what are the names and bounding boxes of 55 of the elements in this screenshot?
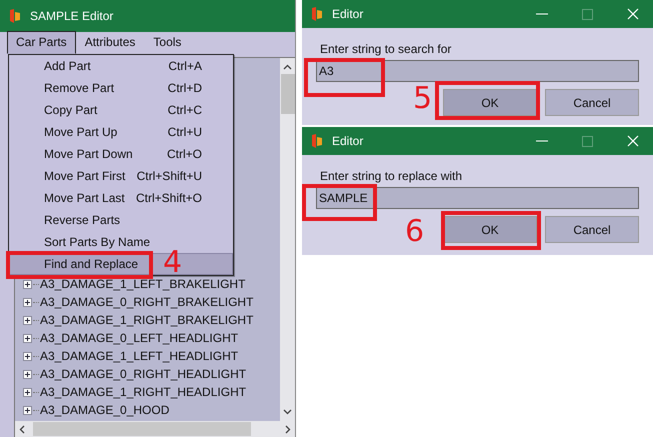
- expand-icon[interactable]: [23, 388, 32, 396]
- input-field[interactable]: A3: [316, 60, 639, 82]
- scroll-up-icon[interactable]: [283, 64, 292, 70]
- window-title: SAMPLE Editor: [30, 9, 114, 23]
- menu-item[interactable]: Move Part First Ctrl+Shift+U: [9, 165, 233, 187]
- close-icon[interactable]: [627, 8, 639, 20]
- menu-item[interactable]: Reverse Parts: [9, 209, 233, 231]
- tree-item[interactable]: A3_DAMAGE_0_HOOD: [40, 403, 170, 417]
- expand-icon[interactable]: [23, 406, 32, 414]
- input-field[interactable]: SAMPLE: [316, 187, 639, 209]
- scrollbar-thumb[interactable]: [280, 74, 294, 114]
- menu-bar-item[interactable]: Car Parts: [7, 31, 76, 54]
- prompt-label: Enter string to search for: [319, 42, 452, 58]
- scroll-down-icon[interactable]: [283, 409, 292, 415]
- step-number: 6: [405, 217, 424, 247]
- menu-item[interactable]: Remove Part Ctrl+D: [9, 77, 233, 99]
- scroll-right-icon[interactable]: [285, 424, 291, 434]
- menu-item[interactable]: Add Part Ctrl+A: [9, 55, 233, 77]
- expand-icon[interactable]: [23, 352, 32, 360]
- tree-item[interactable]: A3_DAMAGE_0_LEFT_HEADLIGHT: [40, 331, 238, 345]
- menu-item[interactable]: Move Part Down Ctrl+O: [9, 143, 233, 165]
- expand-icon[interactable]: [23, 280, 32, 288]
- minimize-icon[interactable]: [536, 13, 548, 15]
- menu-item[interactable]: Move Part Last Ctrl+Shift+O: [9, 187, 233, 209]
- minimize-icon[interactable]: [536, 140, 548, 142]
- tree-item[interactable]: A3_DAMAGE_0_RIGHT_BRAKELIGHT: [40, 295, 254, 309]
- horizontal-scrollbar[interactable]: [15, 421, 295, 437]
- window-title: Editor: [332, 134, 364, 148]
- tree-item[interactable]: A3_DAMAGE_1_LEFT_HEADLIGHT: [40, 349, 238, 363]
- expand-icon[interactable]: [23, 316, 32, 324]
- menu-item[interactable]: Copy Part Ctrl+C: [9, 99, 233, 121]
- expand-icon[interactable]: [23, 334, 32, 342]
- vertical-scrollbar[interactable]: [280, 58, 295, 421]
- cancel-button[interactable]: Cancel: [545, 89, 639, 116]
- scrollbar-thumb[interactable]: [33, 422, 251, 436]
- tree-item[interactable]: A3_DAMAGE_1_LEFT_BRAKELIGHT: [40, 277, 246, 291]
- menu-bar-item[interactable]: Tools: [144, 31, 190, 54]
- step-number: 5: [413, 84, 432, 114]
- tree-item[interactable]: A3_DAMAGE_1_RIGHT_HEADLIGHT: [40, 385, 246, 399]
- window-title: Editor: [332, 7, 364, 21]
- expand-icon[interactable]: [23, 298, 32, 306]
- app-icon: [310, 133, 324, 149]
- tree-item[interactable]: A3_DAMAGE_1_RIGHT_BRAKELIGHT: [40, 313, 254, 327]
- menu-bar-item[interactable]: Attributes: [76, 31, 144, 54]
- ok-button[interactable]: OK: [443, 89, 537, 116]
- scroll-left-icon[interactable]: [19, 424, 25, 434]
- close-icon[interactable]: [627, 135, 639, 147]
- cancel-button[interactable]: Cancel: [545, 216, 639, 243]
- ok-button[interactable]: OK: [443, 216, 537, 243]
- prompt-label: Enter string to replace with: [319, 169, 464, 185]
- menu-item[interactable]: Move Part Up Ctrl+U: [9, 121, 233, 143]
- expand-icon[interactable]: [23, 370, 32, 378]
- app-icon: [8, 8, 22, 24]
- tree-item[interactable]: A3_DAMAGE_0_RIGHT_HEADLIGHT: [40, 367, 246, 381]
- app-icon: [310, 6, 324, 22]
